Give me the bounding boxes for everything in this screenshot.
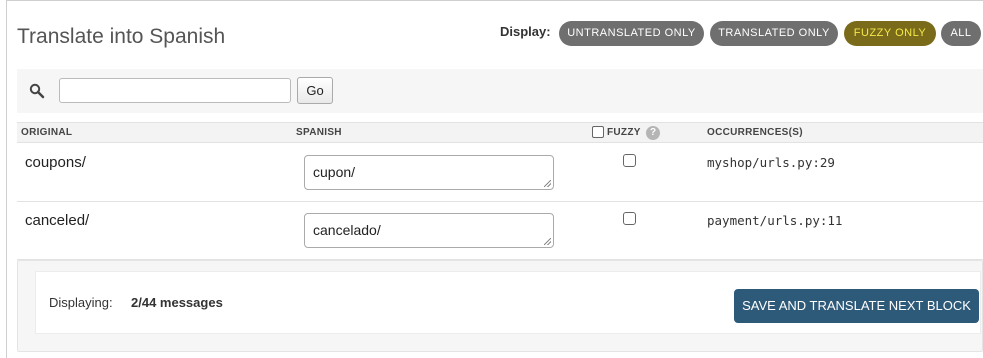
resize-handle-icon[interactable] — [544, 180, 551, 187]
translation-panel: Translate into Spanish Display: UNTRANSL… — [6, 0, 983, 358]
search-bar: Go — [17, 69, 983, 113]
filter-translated-only[interactable]: TRANSLATED ONLY — [710, 21, 838, 46]
page-title: Translate into Spanish — [17, 25, 226, 48]
table-row: canceled/ cancelado/ payment/urls.py:11 — [17, 202, 983, 260]
original-text: canceled/ — [25, 212, 90, 229]
displaying-label: Displaying: — [49, 295, 113, 310]
search-input[interactable] — [59, 78, 291, 103]
translation-value: cupon/ — [313, 164, 356, 180]
translation-value: cancelado/ — [313, 222, 381, 238]
display-filter-label: Display: — [500, 24, 551, 39]
fuzzy-checkbox[interactable] — [623, 212, 636, 225]
header: Translate into Spanish Display: UNTRANSL… — [7, 1, 983, 67]
original-text: coupons/ — [25, 154, 86, 171]
translation-field[interactable]: cancelado/ — [304, 213, 554, 248]
footer: Displaying: 2/44 messages SAVE AND TRANS… — [17, 260, 983, 352]
help-icon[interactable]: ? — [646, 126, 660, 140]
search-icon — [29, 83, 45, 99]
message-count: 2/44 messages — [131, 295, 223, 310]
occurrence-text: myshop/urls.py:29 — [707, 155, 835, 170]
filter-untranslated-only[interactable]: UNTRANSLATED ONLY — [559, 21, 704, 46]
column-occurrences: OCCURRENCES(S) — [707, 127, 803, 138]
resize-handle-icon[interactable] — [544, 238, 551, 245]
save-and-translate-next-button[interactable]: SAVE AND TRANSLATE NEXT BLOCK — [734, 289, 979, 323]
column-spanish: SPANISH — [296, 127, 342, 138]
filter-fuzzy-only[interactable]: FUZZY ONLY — [844, 21, 936, 46]
translation-field[interactable]: cupon/ — [304, 155, 554, 190]
fuzzy-select-all-checkbox[interactable] — [592, 126, 604, 138]
filter-all[interactable]: ALL — [941, 21, 981, 46]
fuzzy-checkbox[interactable] — [623, 154, 636, 167]
go-button[interactable]: Go — [297, 77, 333, 104]
occurrence-text: payment/urls.py:11 — [707, 213, 843, 228]
footer-panel: Displaying: 2/44 messages SAVE AND TRANS… — [35, 271, 981, 334]
table-header: ORIGINAL SPANISH FUZZY ? OCCURRENCES(S) — [17, 122, 983, 143]
column-fuzzy: FUZZY — [607, 127, 641, 138]
table-row: coupons/ cupon/ myshop/urls.py:29 — [17, 144, 983, 202]
column-original: ORIGINAL — [21, 127, 73, 138]
